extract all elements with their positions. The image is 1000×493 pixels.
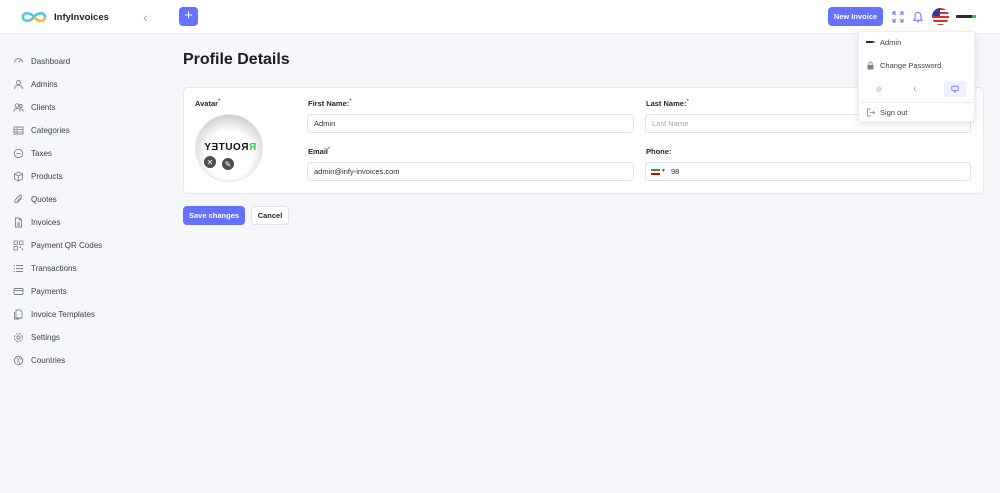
sidebar-item-settings[interactable]: Settings [13,329,60,345]
sidebar-item-invoice-templates[interactable]: Invoice Templates [13,306,95,322]
card-icon [13,286,24,297]
sidebar-item-label: Countries [31,355,66,365]
sidebar-item-admins[interactable]: Admins [13,76,58,92]
user-dropdown-menu: Admin Change Password Sign out [858,31,975,122]
sidebar-item-label: Settings [31,332,60,342]
dropdown-divider [859,102,974,103]
list-icon [13,125,24,136]
sidebar-item-label: Invoice Templates [31,309,95,319]
sidebar-item-categories[interactable]: Categories [13,122,70,138]
sidebar-item-products[interactable]: Products [13,168,63,184]
sidebar-item-label: Invoices [31,217,61,227]
sidebar-item-label: Categories [31,125,70,135]
gear-icon [13,332,24,343]
sign-out-item[interactable]: Sign out [866,106,908,118]
sidebar-item-payments[interactable]: Payments [13,283,67,299]
chevron-down-icon[interactable]: ▼ [661,168,666,174]
user-icon [13,79,24,90]
save-button[interactable]: Save changes [183,206,245,225]
quick-add-button[interactable]: + [179,7,198,26]
change-password-item[interactable]: Change Password [866,59,941,71]
email-field[interactable]: admin@infy-invoices.com [307,162,634,181]
sidebar-item-label: Payments [31,286,67,296]
sidebar-item-payment-qr-codes[interactable]: Payment QR Codes [13,237,102,253]
new-invoice-button[interactable]: New Invoice [828,7,883,26]
sidebar-item-label: Admins [31,79,58,89]
sidebar-item-label: Clients [31,102,56,112]
sign-out-icon [866,108,875,117]
sidebar-item-label: Products [31,171,63,181]
app-name: InfyInvoices [54,11,109,23]
lock-icon [866,61,875,70]
collapse-sidebar-icon[interactable]: ‹ [143,9,155,25]
dropdown-user-name[interactable]: Admin [866,36,901,48]
top-bar: InfyInvoices ‹ + New Invoice [0,0,1000,34]
qr-icon [13,240,24,251]
remove-avatar-button[interactable]: ✕ [203,155,217,169]
sidebar-item-label: Payment QR Codes [31,240,103,250]
globe-icon [13,355,24,366]
sidebar-item-label: Dashboard [31,56,71,66]
phone-label: Phone: [646,147,672,156]
edit-avatar-button[interactable]: ✎ [221,157,235,171]
phone-field[interactable] [645,162,971,181]
sidebar: Dashboard Admins Clients Categories Taxe… [0,34,165,493]
paperclip-icon [13,194,24,205]
users-icon [13,102,24,113]
light-theme-icon[interactable] [868,81,890,97]
email-label: Email* [308,147,331,156]
sidebar-item-clients[interactable]: Clients [13,99,55,115]
file-icon [13,217,24,228]
sidebar-item-transactions[interactable]: Transactions [13,260,77,276]
language-flag-icon[interactable] [932,8,949,25]
bell-icon[interactable] [910,9,925,24]
sidebar-item-quotes[interactable]: Quotes [13,191,57,207]
page-title: Profile Details [183,51,290,68]
last-name-label: Last Name:* [646,99,689,108]
phone-value: 98 [671,167,680,176]
avatar-logo-text: RROUTEY [203,142,257,153]
sidebar-item-label: Taxes [31,148,52,158]
user-logo-icon [866,38,875,47]
system-theme-icon[interactable] [944,81,966,97]
sidebar-item-countries[interactable]: Countries [13,352,65,368]
templates-icon [13,309,24,320]
dark-theme-icon[interactable] [906,81,928,97]
transactions-icon [13,263,24,274]
cancel-button[interactable]: Cancel [251,206,289,225]
avatar-label: Avatar* [195,99,221,108]
sidebar-item-dashboard[interactable]: Dashboard [13,53,70,69]
tax-icon [13,148,24,159]
first-name-input[interactable]: Admin [307,114,634,133]
avatar-image[interactable]: RROUTEY [195,114,263,182]
sidebar-item-label: Quotes [31,194,57,204]
dashboard-icon [13,56,24,67]
box-icon [13,170,24,182]
iran-flag-icon[interactable] [651,169,660,175]
infinity-logo-icon [21,12,47,22]
user-avatar[interactable] [955,12,977,21]
sidebar-item-label: Transactions [31,263,77,273]
first-name-label: First Name:* [308,99,352,108]
app-logo[interactable]: InfyInvoices [20,9,109,25]
sidebar-item-taxes[interactable]: Taxes [13,145,52,161]
sidebar-item-invoices[interactable]: Invoices [13,214,60,230]
expand-icon[interactable] [890,9,905,24]
